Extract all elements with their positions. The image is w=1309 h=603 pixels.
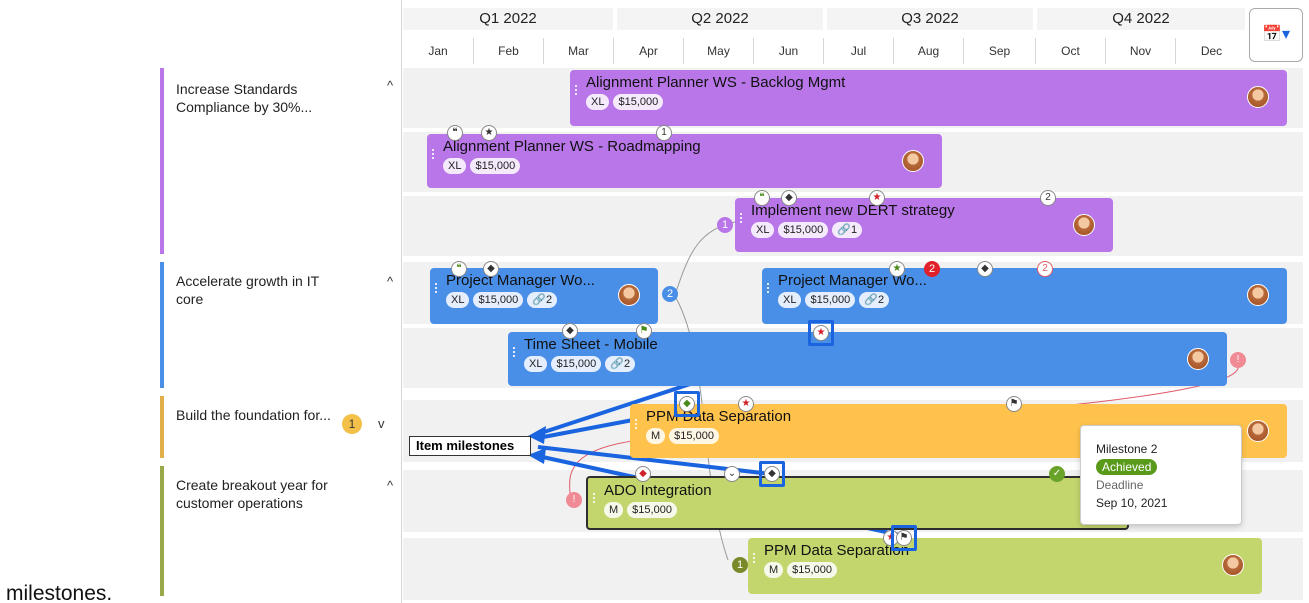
flag-milestone-icon[interactable]: ⚑ xyxy=(1006,396,1022,412)
avatar[interactable] xyxy=(1222,554,1244,576)
dependency-count[interactable]: 2 xyxy=(1037,261,1053,277)
diamond-milestone-icon[interactable]: ◆ xyxy=(483,261,499,277)
tooltip-date: Sep 10, 2021 xyxy=(1096,496,1168,510)
milestone-tooltip: Milestone 2 Achieved Deadline Sep 10, 20… xyxy=(1080,425,1242,525)
avatar[interactable] xyxy=(1247,420,1269,442)
diamond-milestone-icon[interactable]: ◆ xyxy=(635,466,651,482)
drag-handle-icon[interactable] xyxy=(766,282,770,294)
cost-chip: $15,000 xyxy=(669,428,719,444)
dependency-count[interactable]: 2 xyxy=(924,261,940,277)
achieved-milestone-icon[interactable]: ✓ xyxy=(1049,466,1065,482)
tooltip-title: Milestone 2 xyxy=(1096,442,1158,456)
cost-chip: $15,000 xyxy=(778,222,829,238)
size-chip: XL xyxy=(778,292,802,308)
bar-title: Project Manager Wo... xyxy=(778,272,927,289)
cost-chip: $15,000 xyxy=(627,502,677,518)
diamond-milestone-icon[interactable]: ◆ xyxy=(562,323,578,339)
roadmap-bar[interactable]: Alignment Planner WS - Backlog Mgmt XL $1… xyxy=(570,70,1287,126)
dependency-count[interactable]: 1 xyxy=(732,557,748,573)
status-badge: Achieved xyxy=(1096,459,1158,475)
item-milestones-callout: Item milestones xyxy=(409,436,531,456)
feedback-milestone-icon[interactable]: ❝ xyxy=(447,125,463,141)
roadmap-app: Q1 2022 Q2 2022 Q3 2022 Q4 2022 Jan Feb … xyxy=(0,0,1309,603)
roadmap-bar[interactable]: Project Manager Wo... XL $15,000 🔗2 xyxy=(762,268,1287,324)
cost-chip: $15,000 xyxy=(787,562,837,578)
roadmap-bar[interactable]: Alignment Planner WS - Roadmapping XL $15… xyxy=(427,134,942,188)
avatar[interactable] xyxy=(1073,214,1095,236)
size-chip: M xyxy=(764,562,784,578)
bar-title: ADO Integration xyxy=(604,482,712,499)
bar-title: PPM Data Separation xyxy=(646,408,792,425)
milestone-highlight xyxy=(891,525,917,551)
size-chip: XL xyxy=(446,292,470,308)
cost-chip: $15,000 xyxy=(551,356,602,372)
size-chip: XL xyxy=(751,222,775,238)
bar-title: Project Manager Wo... xyxy=(446,272,595,289)
avatar[interactable] xyxy=(902,150,924,172)
avatar[interactable] xyxy=(1247,284,1269,306)
dependency-count[interactable]: 2 xyxy=(662,286,678,302)
drag-handle-icon[interactable] xyxy=(574,84,578,96)
drag-handle-icon[interactable] xyxy=(752,552,756,564)
roadmap-bar[interactable]: Project Manager Wo... XL $15,000 🔗2 xyxy=(430,268,658,324)
size-chip: XL xyxy=(443,158,467,174)
size-chip: M xyxy=(604,502,624,518)
drag-handle-icon[interactable] xyxy=(434,282,438,294)
avatar[interactable] xyxy=(1187,348,1209,370)
links-chip: 🔗2 xyxy=(527,292,558,308)
star-milestone-icon[interactable]: ★ xyxy=(889,261,905,277)
roadmap-bar[interactable]: Implement new DERT strategy XL $15,000 🔗1 xyxy=(735,198,1113,252)
milestone-highlight xyxy=(759,461,785,487)
bar-title: Alignment Planner WS - Backlog Mgmt xyxy=(586,74,846,91)
feedback-milestone-icon[interactable]: ❝ xyxy=(754,190,770,206)
drag-handle-icon[interactable] xyxy=(512,346,516,358)
star-milestone-icon[interactable]: ★ xyxy=(738,396,754,412)
drag-handle-icon[interactable] xyxy=(739,212,743,224)
avatar[interactable] xyxy=(1247,86,1269,108)
flag-milestone-icon[interactable]: ⚑ xyxy=(636,323,652,339)
diamond-milestone-icon[interactable]: ◆ xyxy=(781,190,797,206)
links-chip: 🔗2 xyxy=(605,356,636,372)
links-chip: 🔗1 xyxy=(832,222,863,238)
drag-handle-icon[interactable] xyxy=(634,418,638,430)
bar-title: Time Sheet - Mobile xyxy=(524,336,658,353)
size-chip: M xyxy=(646,428,666,444)
alert-icon[interactable]: ! xyxy=(566,492,582,508)
milestone-highlight xyxy=(808,320,834,346)
star-milestone-icon[interactable]: ★ xyxy=(481,125,497,141)
roadmap-bar[interactable]: PPM Data Separation M $15,000 xyxy=(748,538,1262,594)
drag-handle-icon[interactable] xyxy=(431,148,435,160)
links-chip: 🔗2 xyxy=(859,292,890,308)
size-chip: XL xyxy=(586,94,610,110)
diamond-milestone-icon[interactable]: ◆ xyxy=(977,261,993,277)
size-chip: XL xyxy=(524,356,548,372)
cost-chip: $15,000 xyxy=(805,292,856,308)
cost-chip: $15,000 xyxy=(473,292,524,308)
roadmap-bar-selected[interactable]: ADO Integration M $15,000 xyxy=(586,476,1129,530)
star-milestone-icon[interactable]: ★ xyxy=(869,190,885,206)
bar-title: Implement new DERT strategy xyxy=(751,202,955,219)
drag-handle-icon[interactable] xyxy=(592,492,596,504)
dependency-count[interactable]: 1 xyxy=(656,125,672,141)
dependency-count[interactable]: 2 xyxy=(1040,190,1056,206)
milestone-highlight xyxy=(674,391,700,417)
feedback-milestone-icon[interactable]: ❝ xyxy=(451,261,467,277)
roadmap-bar[interactable]: Time Sheet - Mobile XL $15,000 🔗2 xyxy=(508,332,1227,386)
alert-icon[interactable]: ! xyxy=(1230,352,1246,368)
avatar[interactable] xyxy=(618,284,640,306)
caption-text: milestones. xyxy=(6,582,113,603)
cost-chip: $15,000 xyxy=(470,158,521,174)
tooltip-label: Deadline xyxy=(1096,478,1144,492)
dependency-count[interactable]: 1 xyxy=(717,217,733,233)
chevron-milestone-icon[interactable]: ⌄ xyxy=(724,466,740,482)
cost-chip: $15,000 xyxy=(613,94,664,110)
